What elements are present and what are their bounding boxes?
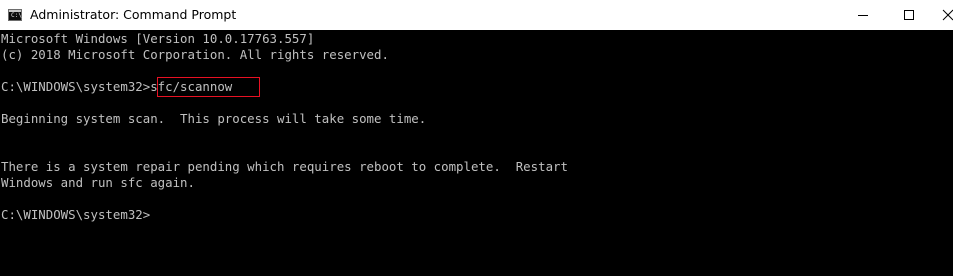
console-output[interactable]: Microsoft Windows [Version 10.0.17763.55… <box>0 30 953 276</box>
console-line-copyright: (c) 2018 Microsoft Corporation. All righ… <box>1 47 389 62</box>
command-highlight-box <box>157 77 260 97</box>
minimize-button[interactable] <box>840 0 886 30</box>
console-line-run-again: Windows and run sfc again. <box>1 175 195 190</box>
minimize-icon <box>858 15 868 16</box>
prompt-text: C:\WINDOWS\system32> <box>1 79 151 94</box>
title-bar[interactable]: C:\ Administrator: Command Prompt <box>0 0 953 30</box>
close-icon <box>942 9 953 21</box>
console-prompt-current: C:\WINDOWS\system32> <box>1 207 151 222</box>
console-line-scan-start: Beginning system scan. This process will… <box>1 111 427 126</box>
maximize-icon <box>904 10 914 20</box>
close-button[interactable] <box>932 0 953 30</box>
console-line-version: Microsoft Windows [Version 10.0.17763.55… <box>1 31 315 46</box>
maximize-button[interactable] <box>886 0 932 30</box>
console-line-repair-pending: There is a system repair pending which r… <box>1 159 568 174</box>
cmd-icon: C:\ <box>8 9 22 21</box>
console-command-line: C:\WINDOWS\system32>sfc/scannow <box>1 77 953 97</box>
command-prompt-window: C:\ Administrator: Command Prompt Micros… <box>0 0 953 276</box>
window-title: Administrator: Command Prompt <box>30 7 237 22</box>
